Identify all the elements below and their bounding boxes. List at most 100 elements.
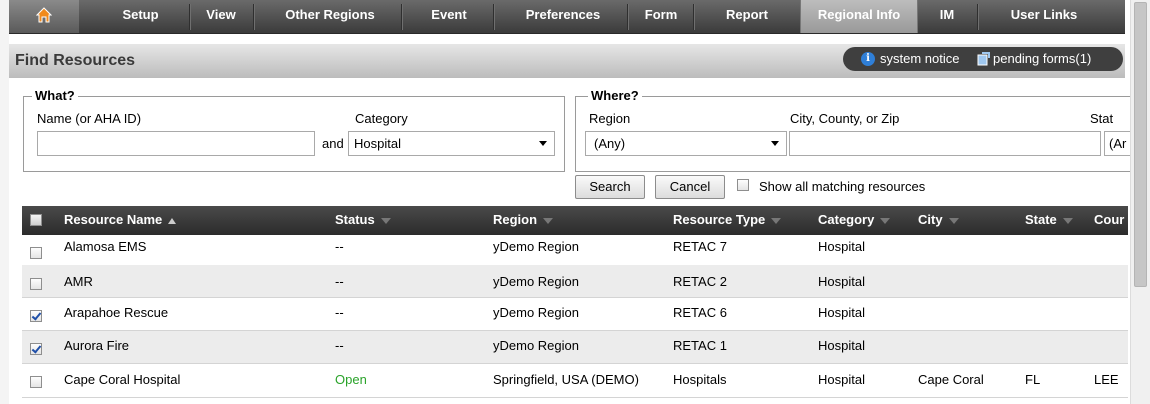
cell-resource-name[interactable]: AMR (64, 274, 93, 289)
table-row[interactable]: AMR -- yDemo Region RETAC 2 Hospital (22, 265, 1128, 298)
notice-pill: i system notice pending forms(1) (843, 47, 1123, 71)
row-checkbox[interactable] (30, 278, 42, 290)
cell-status: -- (335, 305, 344, 320)
row-checkbox[interactable] (30, 310, 42, 322)
nav-form[interactable]: Form (631, 0, 691, 33)
cell-resource-type: RETAC 2 (673, 274, 727, 289)
name-label: Name (or AHA ID) (37, 111, 142, 126)
column-header-region[interactable]: Region (493, 212, 554, 227)
pending-forms-link[interactable]: pending forms(1) (993, 51, 1091, 66)
nav-event[interactable]: Event (407, 0, 491, 33)
and-label: and (322, 136, 344, 151)
form-icon (977, 52, 990, 66)
nav-home[interactable] (9, 0, 79, 33)
nav-view[interactable]: View (191, 0, 251, 33)
city-label: City, County, or Zip (790, 111, 900, 126)
nav-other-regions[interactable]: Other Regions (261, 0, 399, 33)
column-header-label: Category (818, 212, 875, 227)
sort-icon (771, 217, 782, 224)
column-header-label: Status (335, 212, 375, 227)
region-select-value: (Any) (594, 136, 626, 151)
nav-regional-info[interactable]: Regional Info (800, 0, 918, 33)
cell-region: yDemo Region (493, 305, 579, 320)
page-title: Find Resources (15, 52, 136, 69)
info-icon[interactable]: i (861, 52, 875, 66)
what-fieldset: What? Name (or AHA ID) Category and Hosp… (23, 88, 565, 172)
sort-icon (543, 217, 554, 224)
cell-category: Hospital (818, 372, 865, 387)
cell-resource-name[interactable]: Arapahoe Rescue (64, 305, 168, 320)
sort-icon (1062, 217, 1073, 224)
cell-resource-name[interactable]: Cape Coral Hospital (64, 372, 180, 387)
column-header-resource-type[interactable]: Resource Type (673, 212, 782, 227)
cell-status: -- (335, 338, 344, 353)
column-header-label: Resource Name (64, 212, 163, 227)
cell-region: yDemo Region (493, 338, 579, 353)
scrollbar-thumb[interactable] (1134, 2, 1147, 287)
region-select[interactable]: (Any) (585, 131, 787, 156)
cell-region: yDemo Region (493, 274, 579, 289)
nav-im[interactable]: IM (919, 0, 975, 33)
state-label: Stat (1090, 111, 1114, 126)
column-header-label: Resource Type (673, 212, 766, 227)
where-legend: Where? (588, 88, 642, 103)
cell-status: -- (335, 274, 344, 289)
cell-city: Cape Coral (918, 372, 984, 387)
region-label: Region (589, 111, 631, 126)
cell-county: LEE (1094, 372, 1119, 387)
cell-resource-name[interactable]: Alamosa EMS (64, 239, 146, 254)
show-all-checkbox[interactable] (737, 179, 749, 191)
cell-resource-type: RETAC 1 (673, 338, 727, 353)
cell-status: Open (335, 372, 367, 387)
row-checkbox[interactable] (30, 343, 42, 355)
category-select[interactable]: Hospital (348, 131, 555, 156)
column-header-status[interactable]: Status (335, 212, 391, 227)
cancel-button[interactable]: Cancel (655, 175, 725, 199)
nav-user-links[interactable]: User Links (981, 0, 1107, 33)
home-icon (36, 7, 52, 23)
table-row[interactable]: Cape Coral Hospital Open Springfield, US… (22, 364, 1128, 398)
column-header-label: Region (493, 212, 538, 227)
cell-category: Hospital (818, 338, 865, 353)
table-row[interactable]: Aurora Fire -- yDemo Region RETAC 1 Hosp… (22, 331, 1128, 364)
table-row[interactable]: Alamosa EMS -- yDemo Region RETAC 7 Hosp… (22, 235, 1128, 268)
title-bar: Find Resources i system notice pending f… (9, 44, 1125, 78)
top-nav: Setup View Other Regions Event Preferenc… (9, 0, 1125, 34)
city-input[interactable] (789, 131, 1101, 156)
cell-region: Springfield, USA (DEMO) (493, 372, 639, 387)
chevron-down-icon (771, 141, 779, 146)
vertical-scrollbar[interactable] (1130, 0, 1150, 404)
select-all-checkbox[interactable] (30, 214, 42, 226)
sort-ascending-icon (168, 217, 177, 224)
column-header-resource-name[interactable]: Resource Name (64, 212, 177, 227)
cell-category: Hospital (818, 239, 865, 254)
search-button[interactable]: Search (575, 175, 645, 199)
nav-report[interactable]: Report (697, 0, 797, 33)
cell-resource-name[interactable]: Aurora Fire (64, 338, 129, 353)
system-notice-link[interactable]: system notice (880, 51, 959, 66)
cell-region: yDemo Region (493, 239, 579, 254)
row-checkbox[interactable] (30, 376, 42, 388)
column-header-county[interactable]: Cour (1094, 212, 1124, 227)
sort-icon (880, 217, 891, 224)
column-header-city[interactable]: City (918, 212, 959, 227)
cell-category: Hospital (818, 274, 865, 289)
cell-status: -- (335, 239, 344, 254)
nav-preferences[interactable]: Preferences (501, 0, 625, 33)
chevron-down-icon (539, 141, 547, 146)
cell-resource-type: Hospitals (673, 372, 727, 387)
column-header-label: State (1025, 212, 1057, 227)
table-row[interactable]: Arapahoe Rescue -- yDemo Region RETAC 6 … (22, 298, 1128, 331)
row-checkbox[interactable] (30, 247, 42, 259)
column-header-category[interactable]: Category (818, 212, 891, 227)
name-input[interactable] (37, 131, 315, 156)
nav-setup[interactable]: Setup (93, 0, 188, 33)
what-legend: What? (32, 88, 78, 103)
category-label: Category (355, 111, 408, 126)
column-header-state[interactable]: State (1025, 212, 1073, 227)
cell-resource-type: RETAC 7 (673, 239, 727, 254)
state-select-value: (Ar (1109, 136, 1127, 151)
category-select-value: Hospital (354, 136, 401, 151)
sort-icon (380, 217, 391, 224)
window-frame-left (0, 0, 9, 404)
